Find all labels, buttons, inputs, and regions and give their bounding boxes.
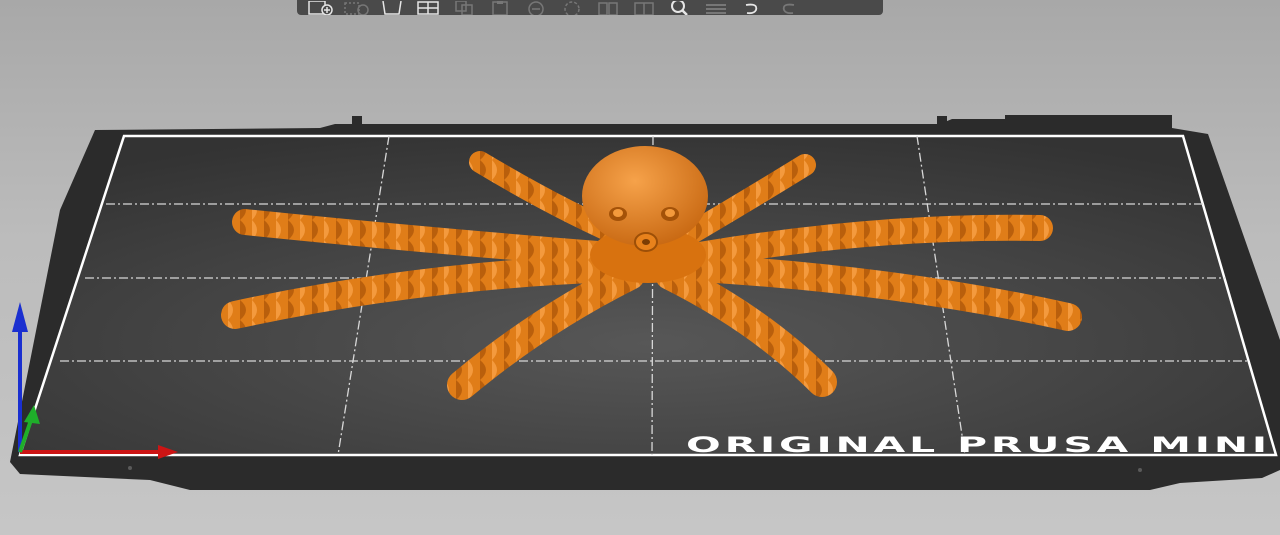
paste-icon[interactable] (485, 1, 515, 15)
add-icon[interactable] (305, 1, 335, 15)
undo-icon[interactable] (737, 1, 767, 15)
bed-pin-right (937, 116, 947, 126)
layers-editing-icon[interactable] (701, 1, 731, 15)
z-axis-arrow (12, 302, 28, 332)
scene-canvas[interactable]: ORIGINAL PRUSA MINI (0, 0, 1280, 535)
add-instance-icon[interactable] (521, 1, 551, 15)
split-objects-icon[interactable] (593, 1, 623, 15)
3d-viewport[interactable]: ORIGINAL PRUSA MINI (0, 0, 1280, 535)
bed-pin-left (352, 116, 362, 126)
redo-icon[interactable] (773, 1, 803, 15)
delete-all-icon[interactable] (377, 1, 407, 15)
copy-icon[interactable] (449, 1, 479, 15)
delete-icon[interactable] (341, 1, 371, 15)
top-toolbar (297, 0, 883, 15)
bed-label: ORIGINAL PRUSA MINI (686, 433, 1271, 457)
octopus-head (582, 146, 708, 246)
search-icon[interactable] (665, 1, 695, 15)
remove-instance-icon[interactable] (557, 1, 587, 15)
split-parts-icon[interactable] (629, 1, 659, 15)
arrange-icon[interactable] (413, 1, 443, 15)
